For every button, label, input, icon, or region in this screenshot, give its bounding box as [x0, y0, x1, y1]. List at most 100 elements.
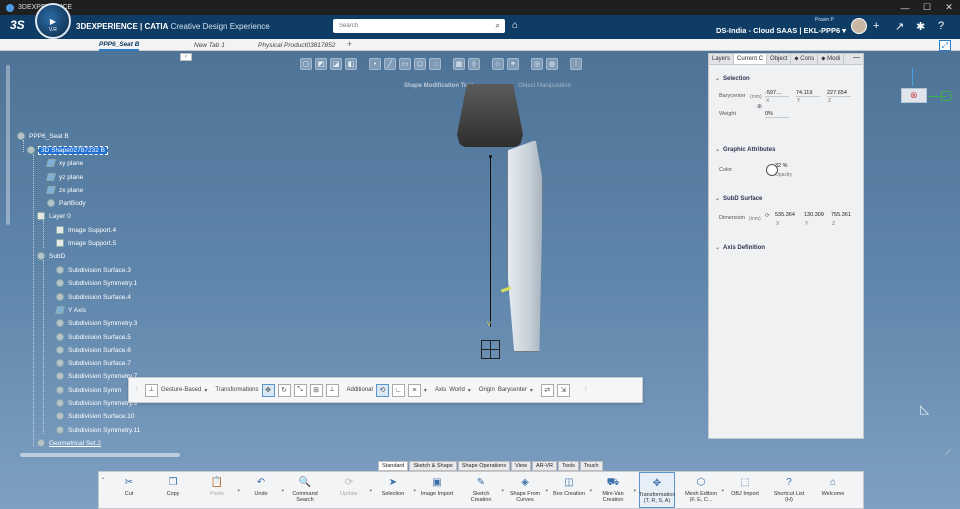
- view-mode-icon[interactable]: ◩: [315, 58, 327, 70]
- list-icon[interactable]: ≡: [407, 383, 421, 397]
- mode-select[interactable]: Gesture-Based: [161, 387, 201, 393]
- compass-snap-icon[interactable]: ⟲: [375, 383, 389, 397]
- shading-icon[interactable]: ◪: [330, 58, 342, 70]
- view-cube[interactable]: [901, 88, 927, 103]
- chevron-down-icon[interactable]: ▾: [204, 387, 207, 394]
- lasso-icon[interactable]: ◌: [429, 58, 441, 70]
- tree-root-node[interactable]: PPP6_Seat B: [17, 131, 69, 141]
- share-icon[interactable]: ↗: [895, 20, 904, 33]
- command-search-button[interactable]: 🔍 Command Search: [287, 472, 323, 508]
- tree-node-subd-surface-10[interactable]: Subdivision Surface.10: [56, 411, 135, 421]
- tenant-selector[interactable]: DS-India - Cloud SAAS | EKL-PPP6 ▾: [716, 26, 846, 35]
- cut-button[interactable]: ✂ Cut: [111, 472, 147, 508]
- tree-node-xy-plane[interactable]: xy plane: [45, 158, 83, 168]
- rotate-icon[interactable]: ↻: [277, 383, 291, 397]
- tab-object[interactable]: Object: [767, 54, 792, 64]
- obj-import-button[interactable]: ⬚ OBJ Import: [727, 472, 763, 508]
- graphic-attributes-header[interactable]: ⌄ Graphic Attributes: [715, 146, 775, 154]
- face-icon[interactable]: ▭: [399, 58, 411, 70]
- robot-handle[interactable]: [481, 340, 500, 359]
- maximize-button[interactable]: ☐: [916, 0, 938, 15]
- chevron-down-icon[interactable]: ▾: [530, 387, 533, 394]
- tab-modifiers[interactable]: ⬥ Modi: [818, 54, 845, 64]
- barycenter-z-field[interactable]: 227.654: [827, 90, 851, 97]
- tree-node-subd-symmetry-3[interactable]: Subdivision Symmetry.3: [56, 318, 137, 328]
- tree-node-yz-plane[interactable]: yz plane: [45, 172, 83, 182]
- seat-headrest-model[interactable]: [457, 84, 523, 147]
- tree-node-subd-symmetry-8[interactable]: Subdivision Symm: [56, 385, 121, 395]
- render-icon[interactable]: ◧: [345, 58, 357, 70]
- tab-physical-product[interactable]: Physical Product03817852: [258, 40, 335, 51]
- mini-van-creation-button[interactable]: ⛟ Mini-Van Creation ▾: [595, 472, 636, 508]
- tree-node-geometrical-set-2[interactable]: Geometrical Set.2: [37, 438, 101, 448]
- tab-current-context[interactable]: Current C: [734, 54, 768, 64]
- dimension-z-field[interactable]: 755.361: [831, 212, 855, 218]
- tab-layers[interactable]: Layers: [709, 54, 735, 64]
- axis-definition-header[interactable]: ⌄ Axis Definition: [715, 244, 765, 252]
- edge-icon[interactable]: ╱: [384, 58, 396, 70]
- grid-icon[interactable]: ▦: [453, 58, 465, 70]
- search-icon[interactable]: ⌕: [496, 21, 500, 31]
- tree-node-partbody[interactable]: PartBody: [47, 198, 86, 208]
- fullscreen-icon[interactable]: ⤢: [939, 40, 951, 51]
- compass-small-icon[interactable]: ⊕: [757, 103, 762, 110]
- tree-node-subd-surface-4[interactable]: Subdivision Surface.4: [56, 292, 131, 302]
- opacity-value[interactable]: 32 %: [775, 163, 799, 169]
- help-icon[interactable]: ?: [938, 20, 944, 32]
- search-box[interactable]: ⌕: [333, 19, 505, 33]
- subd-surface-header[interactable]: ⌄ SubD Surface: [715, 195, 762, 203]
- tree-node-subd-symmetry-1[interactable]: Subdivision Symmetry.1: [56, 278, 137, 288]
- tab-tools[interactable]: Tools: [558, 461, 579, 471]
- selection-section-header[interactable]: ⌄ Selection: [715, 75, 750, 83]
- tree-node-subd-surface-7[interactable]: Subdivision Surface.7: [56, 358, 131, 368]
- user-avatar[interactable]: [851, 18, 867, 34]
- tree-node-image-support-4[interactable]: Image Support.4: [56, 225, 116, 235]
- axis-snap-icon[interactable]: ∟: [391, 383, 405, 397]
- selection-button[interactable]: ➤ Selection ▾: [375, 472, 416, 508]
- filter-icon[interactable]: ⟠: [468, 58, 480, 70]
- tab-sketch-shape[interactable]: Sketch & Shape: [409, 461, 457, 471]
- tree-node-subd-surface-3[interactable]: Subdivision Surface.3: [56, 265, 131, 275]
- tree-node-subd-surface-6[interactable]: Subdivision Surface.6: [56, 345, 131, 355]
- attract-icon[interactable]: ⟂: [325, 383, 339, 397]
- sphere-icon[interactable]: ◍: [546, 58, 558, 70]
- box-creation-button[interactable]: ◫ Box Creation ▾: [551, 472, 592, 508]
- align-icon[interactable]: ⊞: [309, 383, 323, 397]
- axis-select[interactable]: World: [449, 387, 465, 393]
- tree-node-subd[interactable]: SubD: [37, 251, 65, 261]
- tree-horizontal-scrollbar[interactable]: [20, 453, 180, 457]
- translate-icon[interactable]: ✥: [261, 383, 275, 397]
- tab-shape-operations[interactable]: Shape Operations: [457, 461, 511, 471]
- transformation-button[interactable]: ✥ Transformation (T, R, S, A): [639, 472, 675, 508]
- tag-icon[interactable]: ⌂: [512, 20, 518, 31]
- scale-icon[interactable]: ⤡: [293, 383, 307, 397]
- update-button[interactable]: ⟳ Update ▾: [331, 472, 372, 508]
- community-icon[interactable]: ✱: [916, 20, 925, 33]
- collapse-tree-button[interactable]: ‹: [180, 53, 192, 61]
- tree-node-zx-plane[interactable]: zx plane: [45, 185, 83, 195]
- reset-icon[interactable]: ⇄: [540, 383, 554, 397]
- copy-button[interactable]: ❐ Copy: [155, 472, 191, 508]
- mesh-edition-button[interactable]: ⬡ Mesh Edition (F, E, C... ▾: [683, 472, 724, 508]
- tab-ppp6-seat[interactable]: PPP6_Seat B: [99, 40, 140, 51]
- shape-from-curves-button[interactable]: ◈ Shape From Curves ▾: [507, 472, 548, 508]
- barycenter-x-field[interactable]: -597....: [765, 90, 789, 97]
- tab-constraints[interactable]: ⬥ Cons: [791, 54, 819, 64]
- shortcut-list-button[interactable]: ? Shortcut List (H): [771, 472, 807, 508]
- weight-field[interactable]: 0%: [765, 111, 789, 118]
- search-input[interactable]: [333, 19, 483, 33]
- tree-node-image-support-5[interactable]: Image Support.5: [56, 238, 116, 248]
- undo-button[interactable]: ↶ Undo ▾: [243, 472, 284, 508]
- tab-new-tab-1[interactable]: New Tab 1: [194, 40, 225, 51]
- ds-logo[interactable]: 3S: [10, 18, 25, 32]
- add-tab-button[interactable]: +: [347, 39, 352, 49]
- chevron-down-icon[interactable]: ▾: [424, 387, 427, 394]
- compass-icon[interactable]: ▶ V.R: [35, 3, 71, 39]
- apply-icon[interactable]: ⇲: [556, 383, 570, 397]
- frame-icon[interactable]: ▢: [300, 58, 312, 70]
- dimension-x-field[interactable]: 535.364: [775, 212, 799, 218]
- chevron-down-icon[interactable]: ▾: [468, 387, 471, 394]
- chevron-down-icon[interactable]: ⌄: [99, 472, 107, 508]
- y-axis-line[interactable]: [490, 157, 491, 327]
- seat-back-model[interactable]: [507, 140, 543, 352]
